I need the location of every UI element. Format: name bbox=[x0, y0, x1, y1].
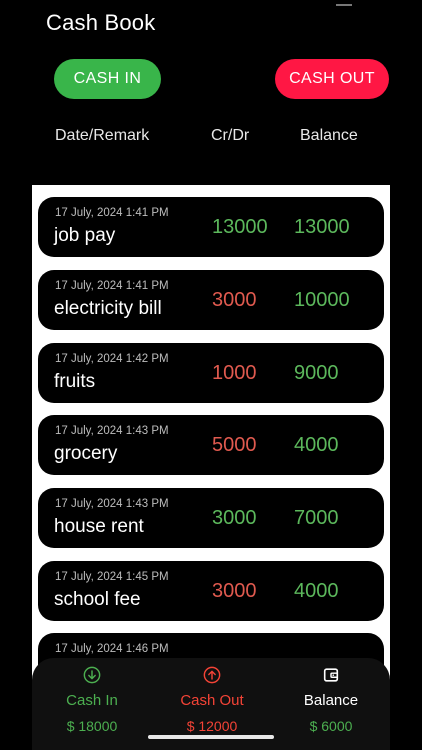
transaction-date: 17 July, 2024 1:41 PM bbox=[55, 207, 169, 219]
cash-in-button[interactable]: CASH IN bbox=[54, 59, 161, 99]
column-header-balance: Balance bbox=[300, 127, 358, 144]
transaction-remark: fruits bbox=[54, 371, 96, 392]
transaction-balance: 4000 bbox=[294, 580, 339, 602]
cash-in-label: Cash In bbox=[66, 692, 118, 709]
transaction-date: 17 July, 2024 1:43 PM bbox=[55, 498, 169, 510]
cash-out-total: $ 12000 bbox=[186, 718, 238, 734]
transaction-date: 17 July, 2024 1:45 PM bbox=[55, 571, 169, 583]
transaction-date: 17 July, 2024 1:46 PM bbox=[55, 643, 169, 655]
transaction-balance: 13000 bbox=[294, 216, 350, 238]
transaction-date: 17 July, 2024 1:41 PM bbox=[55, 280, 169, 292]
transaction-balance: 7000 bbox=[294, 507, 339, 529]
transaction-row[interactable]: 17 July, 2024 1:41 PM job pay 13000 1300… bbox=[38, 197, 384, 257]
transaction-amount: 3000 bbox=[212, 507, 257, 529]
arrow-down-circle-icon bbox=[83, 666, 101, 684]
wallet-icon bbox=[323, 668, 339, 682]
transaction-remark: electricity bill bbox=[54, 298, 162, 319]
transaction-amount: 5000 bbox=[212, 434, 257, 456]
transaction-amount: 3000 bbox=[212, 580, 257, 602]
transaction-row[interactable]: 17 July, 2024 1:43 PM house rent 3000 70… bbox=[38, 488, 384, 548]
transaction-row[interactable]: 17 July, 2024 1:45 PM school fee 3000 40… bbox=[38, 561, 384, 621]
transaction-amount: 13000 bbox=[212, 216, 268, 238]
page-title: Cash Book bbox=[46, 10, 156, 35]
transaction-row[interactable]: 17 July, 2024 1:41 PM electricity bill 3… bbox=[38, 270, 384, 330]
transaction-amount: 3000 bbox=[212, 289, 257, 311]
transaction-row[interactable]: 17 July, 2024 1:42 PM fruits 1000 9000 bbox=[38, 343, 384, 403]
balance-label: Balance bbox=[303, 692, 359, 709]
transaction-list[interactable]: 17 July, 2024 1:41 PM job pay 13000 1300… bbox=[32, 185, 390, 705]
transaction-date: 17 July, 2024 1:43 PM bbox=[55, 425, 169, 437]
cash-in-total: $ 18000 bbox=[66, 718, 118, 734]
transaction-remark: grocery bbox=[54, 443, 118, 464]
transaction-remark: house rent bbox=[54, 516, 144, 537]
transaction-balance: 10000 bbox=[294, 289, 350, 311]
column-header-cr-dr: Cr/Dr bbox=[211, 127, 250, 144]
transaction-amount: 1000 bbox=[212, 362, 257, 384]
transaction-date: 17 July, 2024 1:42 PM bbox=[55, 353, 169, 365]
tab-balance[interactable]: Balance $ 6000 bbox=[271, 666, 391, 734]
balance-total: $ 6000 bbox=[309, 718, 353, 734]
tab-cash-in[interactable]: Cash In $ 18000 bbox=[32, 666, 152, 734]
cash-book-screen: Cash Book CASH IN CASH OUT Date/Remark C… bbox=[0, 0, 422, 750]
arrow-up-circle-icon bbox=[203, 666, 221, 684]
transaction-remark: job pay bbox=[54, 225, 116, 246]
tab-cash-out[interactable]: Cash Out $ 12000 bbox=[152, 666, 272, 734]
menu-icon[interactable] bbox=[336, 0, 352, 6]
cash-out-button[interactable]: CASH OUT bbox=[275, 59, 389, 99]
home-indicator[interactable] bbox=[148, 735, 274, 739]
column-header-date-remark: Date/Remark bbox=[55, 127, 150, 144]
cash-out-label: Cash Out bbox=[180, 692, 244, 709]
transaction-row[interactable]: 17 July, 2024 1:43 PM grocery 5000 4000 bbox=[38, 415, 384, 475]
transaction-balance: 9000 bbox=[294, 362, 339, 384]
transaction-remark: school fee bbox=[54, 589, 141, 610]
transaction-balance: 4000 bbox=[294, 434, 339, 456]
